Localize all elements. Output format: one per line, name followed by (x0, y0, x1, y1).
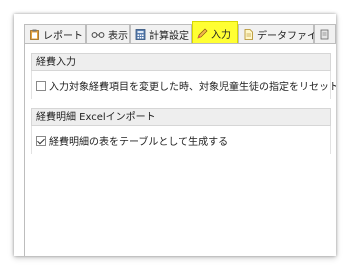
section-excel-import: 経費明細 Excelインポート 経費明細の表をテーブルとして生成する (31, 108, 331, 154)
tab-input[interactable]: 入力 (192, 21, 238, 44)
generate-table-option[interactable]: 経費明細の表をテーブルとして生成する (36, 133, 228, 148)
tab-label: 計算設定 (149, 30, 189, 42)
reset-target-checkbox[interactable] (36, 80, 46, 91)
section-title: 経費明細 Excelインポート (31, 108, 331, 126)
tab-label: 入力 (211, 29, 231, 41)
reset-target-label: 入力対象経費項目を変更した時、対象児童生徒の指定をリセットする (49, 82, 336, 93)
pencil-icon (197, 28, 208, 39)
tab-report[interactable]: レポート (24, 24, 86, 43)
tab-label: レポート (43, 30, 83, 42)
tab-bar: レポート 表示 計算設定 入力 データファイル (14, 14, 336, 44)
clipboard-icon (29, 29, 40, 40)
tab-more[interactable] (314, 24, 336, 43)
glasses-icon (91, 29, 105, 40)
section-body: 入力対象経費項目を変更した時、対象児童生徒の指定をリセットする (31, 71, 336, 99)
more-icon (319, 29, 330, 40)
calculator-icon (135, 28, 146, 40)
generate-table-checkbox[interactable] (36, 135, 46, 146)
settings-window: レポート 表示 計算設定 入力 データファイル 経費入力 入力対象経費項目を変更… (14, 14, 336, 256)
section-expense-input: 経費入力 入力対象経費項目を変更した時、対象児童生徒の指定をリセットする (31, 53, 336, 99)
document-icon (243, 28, 254, 40)
tab-content-input: 経費入力 入力対象経費項目を変更した時、対象児童生徒の指定をリセットする 経費明… (24, 44, 336, 256)
tab-data-file[interactable]: データファイル (238, 24, 327, 43)
tab-calc-settings[interactable]: 計算設定 (130, 24, 192, 43)
section-body: 経費明細の表をテーブルとして生成する (31, 126, 331, 154)
section-title: 経費入力 (31, 53, 331, 71)
generate-table-label: 経費明細の表をテーブルとして生成する (49, 137, 229, 148)
reset-target-option[interactable]: 入力対象経費項目を変更した時、対象児童生徒の指定をリセットする (36, 78, 336, 93)
tab-view[interactable]: 表示 (86, 24, 130, 43)
tab-label: 表示 (108, 30, 128, 42)
